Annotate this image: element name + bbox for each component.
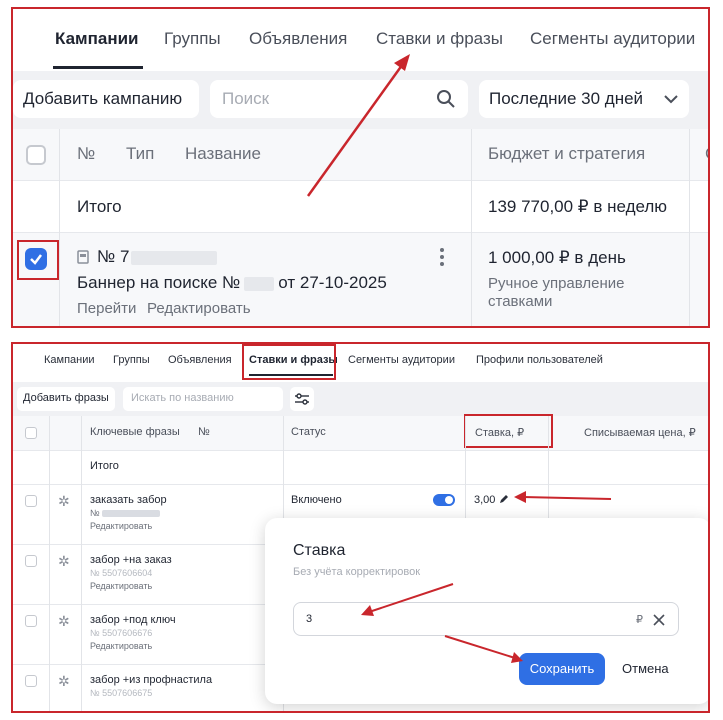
bids-panel: Кампании Группы Объявления Ставки и фраз… <box>11 342 710 713</box>
campaigns-panel: Кампании Группы Объявления Ставки и фраз… <box>11 7 710 328</box>
annotation-arrow <box>306 54 410 197</box>
annotation-arrows <box>361 491 612 663</box>
